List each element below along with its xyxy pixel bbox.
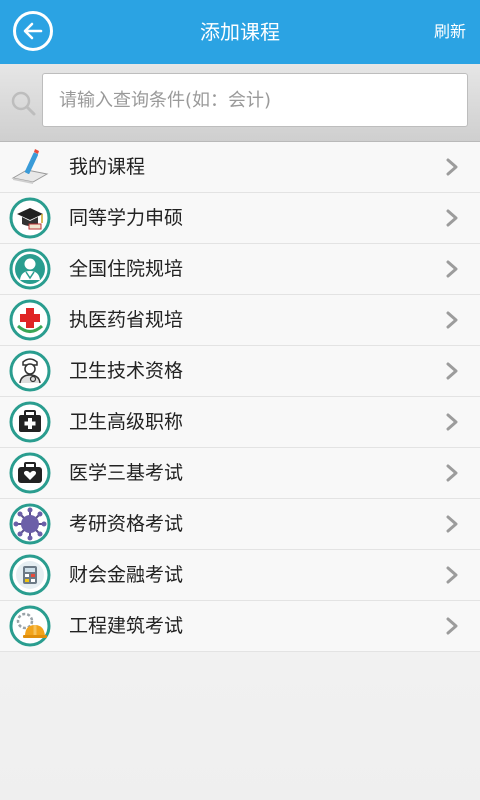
list-item-label: 执医药省规培 [69, 309, 184, 331]
list-item-pharmacy[interactable]: 执医药省规培 [0, 295, 480, 346]
chevron-right-icon [446, 413, 458, 431]
list-item-label: 工程建筑考试 [69, 615, 184, 637]
search-icon [11, 91, 36, 116]
list-item-label: 考研资格考试 [69, 513, 184, 535]
pencil-pad-icon [11, 149, 49, 184]
list-item-label: 财会金融考试 [69, 564, 184, 586]
list-item-label: 医学三基考试 [69, 462, 184, 484]
medical-kit-icon [9, 401, 51, 443]
list-item-postgrad[interactable]: 考研资格考试 [0, 499, 480, 550]
list-item-degree[interactable]: 同等学力申硕 [0, 193, 480, 244]
calculator-icon [9, 554, 51, 596]
chevron-right-icon [446, 617, 458, 635]
list-item-residency[interactable]: 全国住院规培 [0, 244, 480, 295]
graduation-cap-icon [9, 197, 51, 239]
chevron-right-icon [446, 362, 458, 380]
refresh-button[interactable]: 刷新 [434, 0, 466, 64]
back-button[interactable] [13, 11, 53, 51]
course-list: 我的课程 同等学力申硕 全国住院规培 执医药省规培 卫生技术资格 卫生高级职称 … [0, 142, 480, 652]
chevron-right-icon [446, 464, 458, 482]
nurse-icon [9, 350, 51, 392]
list-item-finance[interactable]: 财会金融考试 [0, 550, 480, 601]
list-item-engineering[interactable]: 工程建筑考试 [0, 601, 480, 652]
list-item-my-courses[interactable]: 我的课程 [0, 142, 480, 193]
chevron-right-icon [446, 566, 458, 584]
chevron-right-icon [446, 209, 458, 227]
list-item-label: 同等学力申硕 [69, 207, 184, 229]
list-item-label: 卫生高级职称 [69, 411, 184, 433]
list-item-label: 卫生技术资格 [69, 360, 184, 382]
list-item-medical-basics[interactable]: 医学三基考试 [0, 448, 480, 499]
chevron-right-icon [446, 260, 458, 278]
virus-icon [9, 503, 51, 545]
chevron-right-icon [446, 158, 458, 176]
chevron-right-icon [446, 515, 458, 533]
red-cross-icon [9, 299, 51, 341]
search-input[interactable] [42, 73, 468, 127]
list-item-health-tech[interactable]: 卫生技术资格 [0, 346, 480, 397]
hard-hat-icon [9, 605, 51, 647]
back-arrow-icon [23, 22, 43, 40]
search-bar [0, 64, 480, 142]
heart-bag-icon [9, 452, 51, 494]
doctor-icon [9, 248, 51, 290]
page-title: 添加课程 [200, 20, 280, 44]
chevron-right-icon [446, 311, 458, 329]
app-header: 添加课程 刷新 [0, 0, 480, 64]
list-item-label: 我的课程 [69, 156, 146, 178]
list-item-label: 全国住院规培 [69, 258, 184, 280]
list-item-senior-title[interactable]: 卫生高级职称 [0, 397, 480, 448]
